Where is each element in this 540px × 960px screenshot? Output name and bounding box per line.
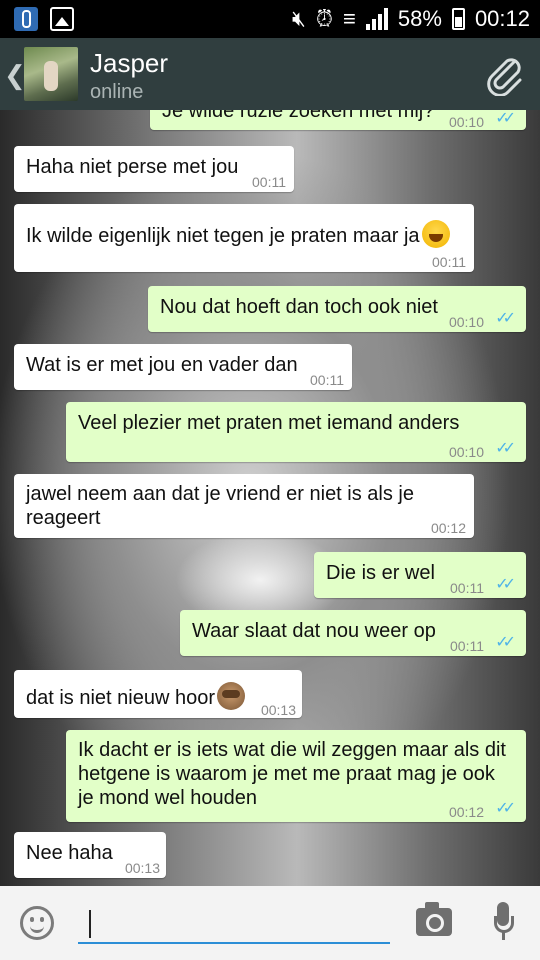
message-bubble-out[interactable]: Veel plezier met praten met iemand ander… xyxy=(66,402,526,462)
text-cursor xyxy=(89,910,91,938)
message-text-content: dat is niet nieuw hoor xyxy=(26,687,216,709)
chat-area[interactable]: Je wilde ruzie zoeken met mij? 00:10 ✓✓ … xyxy=(0,110,540,886)
camera-icon[interactable] xyxy=(416,902,452,936)
wifi-icon: ≡ xyxy=(343,6,356,31)
message-time: 00:11 xyxy=(310,372,344,388)
message-bubble-in[interactable]: Ik wilde eigenlijk niet tegen je praten … xyxy=(14,204,474,272)
message-input[interactable] xyxy=(78,904,390,944)
smiley-icon[interactable] xyxy=(20,906,54,940)
message-text: Wat is er met jou en vader dan xyxy=(26,354,298,376)
message-time: 00:10 xyxy=(448,444,484,460)
message-time: 00:11 xyxy=(450,638,484,654)
attach-icon[interactable] xyxy=(484,54,526,96)
message-text-line: reageert xyxy=(26,507,101,529)
message-time: 00:12 xyxy=(430,520,466,536)
message-time: 00:10 xyxy=(448,114,484,130)
message-bubble-in[interactable]: Wat is er met jou en vader dan 00:11 xyxy=(14,344,352,390)
message-time: 00:11 xyxy=(450,580,484,596)
message-bubble-out[interactable]: Je wilde ruzie zoeken met mij? 00:10 ✓✓ xyxy=(150,110,526,130)
status-bar: 🔇︎ ⏰︎ ≡ 58% 00:12 xyxy=(0,0,540,38)
notification-icons xyxy=(14,7,74,31)
message-time: 00:11 xyxy=(252,174,286,190)
read-receipt-icon: ✓✓ xyxy=(495,576,516,593)
message-text: Je wilde ruzie zoeken met mij? xyxy=(162,110,435,122)
avatar[interactable] xyxy=(24,47,78,101)
alarm-icon: ⏰︎ xyxy=(315,6,334,31)
message-text-line: jawel neem aan dat je vriend er niet is … xyxy=(26,483,414,505)
compose-bar xyxy=(0,886,540,960)
battery-percent: 58% xyxy=(397,6,442,31)
message-text: Die is er wel xyxy=(326,562,435,584)
message-time: 00:12 xyxy=(448,804,484,820)
gallery-icon xyxy=(50,7,74,31)
message-text: Veel plezier met praten met iemand ander… xyxy=(78,412,460,434)
message-bubble-out[interactable]: Waar slaat dat nou weer op 00:11 ✓✓ xyxy=(180,610,526,656)
mute-icon: 🔇︎ xyxy=(292,6,306,31)
message-text-line: Ik dacht er is iets wat die wil zeggen m… xyxy=(78,739,506,761)
read-receipt-icon: ✓✓ xyxy=(495,110,516,127)
chat-header: ❮ Jasper online xyxy=(0,38,540,110)
back-icon[interactable]: ❮ xyxy=(4,60,26,91)
message-bubble-out[interactable]: Nou dat hoeft dan toch ook niet 00:10 ✓✓ xyxy=(148,286,526,332)
message-bubble-out[interactable]: Die is er wel 00:11 ✓✓ xyxy=(314,552,526,598)
message-bubble-in[interactable]: Nee haha 00:13 xyxy=(14,832,166,878)
message-time: 00:11 xyxy=(432,254,466,270)
message-text-line: hetgene is waarom je met me praat mag je… xyxy=(78,763,495,785)
message-text: dat is niet nieuw hoor xyxy=(26,682,246,710)
message-text-line: je mond wel houden xyxy=(78,787,258,809)
message-text: Nee haha xyxy=(26,842,113,864)
message-time: 00:13 xyxy=(260,702,296,718)
signal-icon xyxy=(365,8,388,30)
clock: 00:12 xyxy=(474,6,530,31)
see-no-evil-monkey-icon xyxy=(217,682,246,710)
thermometer-icon xyxy=(14,7,38,31)
system-icons: 🔇︎ ⏰︎ ≡ 58% 00:12 xyxy=(292,6,530,32)
face-with-tears-of-joy-icon xyxy=(421,220,450,248)
contact-status: online xyxy=(90,81,144,103)
read-receipt-icon: ✓✓ xyxy=(495,634,516,651)
read-receipt-icon: ✓✓ xyxy=(495,800,516,817)
message-bubble-in[interactable]: dat is niet nieuw hoor 00:13 xyxy=(14,670,302,718)
message-text: Nou dat hoeft dan toch ook niet xyxy=(160,296,438,318)
read-receipt-icon: ✓✓ xyxy=(495,310,516,327)
message-text: Waar slaat dat nou weer op xyxy=(192,620,436,642)
contact-name[interactable]: Jasper xyxy=(90,48,168,79)
message-text: Ik wilde eigenlijk niet tegen je praten … xyxy=(26,220,450,248)
message-time: 00:10 xyxy=(448,314,484,330)
read-receipt-icon: ✓✓ xyxy=(495,440,516,457)
message-text: Haha niet perse met jou xyxy=(26,156,239,178)
message-bubble-out[interactable]: Ik dacht er is iets wat die wil zeggen m… xyxy=(66,730,526,822)
battery-charging-icon xyxy=(451,8,465,30)
mic-stand xyxy=(502,930,505,940)
message-text-content: Ik wilde eigenlijk niet tegen je praten … xyxy=(26,225,420,247)
message-bubble-in[interactable]: jawel neem aan dat je vriend er niet is … xyxy=(14,474,474,538)
message-time: 00:13 xyxy=(124,860,160,876)
message-bubble-in[interactable]: Haha niet perse met jou 00:11 xyxy=(14,146,294,192)
